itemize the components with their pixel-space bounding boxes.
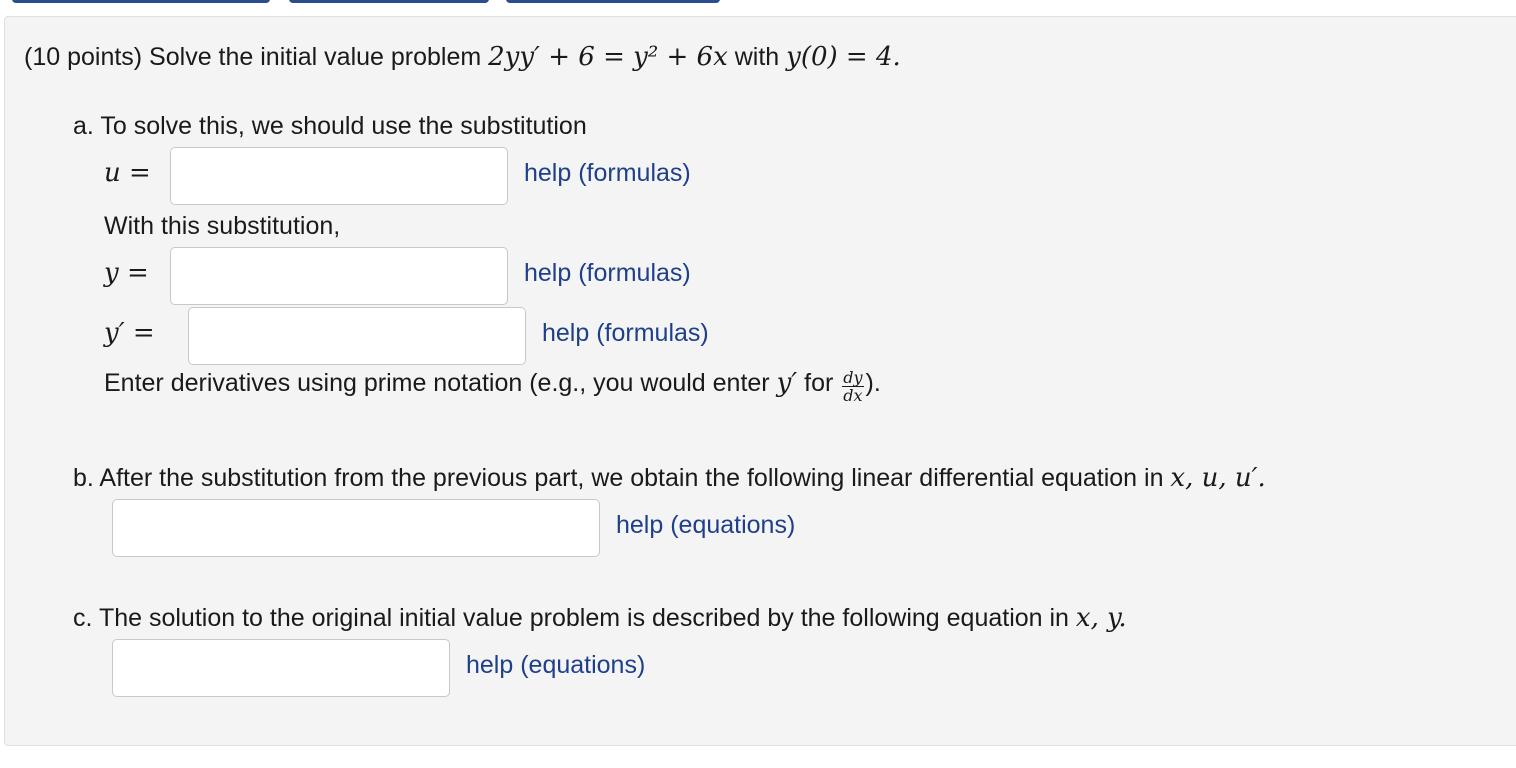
help-formulas-link-yprime[interactable]: help (formulas) xyxy=(542,319,709,348)
part-b-prompt-line: b. After the substitution from the previ… xyxy=(73,463,1266,493)
help-formulas-link-u[interactable]: help (formulas) xyxy=(524,159,691,188)
yprime-label: y′ = xyxy=(104,318,155,348)
top-tab-strip xyxy=(0,0,1516,4)
with-substitution-text: With this substitution, xyxy=(104,212,341,240)
help-equations-link-b[interactable]: help (equations) xyxy=(616,511,795,540)
problem-statement: (10 points) Solve the initial value prob… xyxy=(24,42,901,72)
solution-equation-input[interactable] xyxy=(112,639,450,697)
part-c-variables: x, y. xyxy=(1075,603,1127,633)
problem-equation: 2yy′ + 6 = y² + 6x xyxy=(488,42,728,72)
part-c-prompt-line: c. The solution to the original initial … xyxy=(73,603,1127,633)
part-c-prompt: c. The solution to the original initial … xyxy=(73,604,1076,632)
linear-de-input[interactable] xyxy=(112,499,600,557)
part-b-prompt: b. After the substitution from the previ… xyxy=(73,464,1171,492)
note-start: Enter derivatives using prime notation (… xyxy=(104,369,777,397)
yprime-expression-input[interactable] xyxy=(188,307,526,365)
y-label: y = xyxy=(104,258,149,288)
note-for: for xyxy=(797,369,841,397)
part-a-prompt: a. To solve this, we should use the subs… xyxy=(73,112,587,140)
tab-indicator-3[interactable] xyxy=(506,0,720,3)
y-expression-input[interactable] xyxy=(170,247,508,305)
problem-initial-condition: y(0) = 4. xyxy=(786,42,901,72)
tab-indicator-2[interactable] xyxy=(289,0,489,3)
note-y-prime: y′ xyxy=(776,368,798,398)
problem-intro: (10 points) Solve the initial value prob… xyxy=(24,43,489,71)
problem-with-text: with xyxy=(727,43,787,71)
u-label: u = xyxy=(104,158,151,188)
fraction-denominator: dx xyxy=(843,386,863,406)
help-equations-link-c[interactable]: help (equations) xyxy=(466,651,645,680)
part-b-variables: x, u, u′. xyxy=(1170,463,1266,493)
fraction-numerator: dy xyxy=(842,368,864,388)
dy-dx-fraction: dy dx xyxy=(842,368,864,406)
note-end: ). xyxy=(865,369,881,397)
derivative-notation-note: Enter derivatives using prime notation (… xyxy=(104,368,881,404)
tab-indicator-1[interactable] xyxy=(12,0,270,3)
help-formulas-link-y[interactable]: help (formulas) xyxy=(524,259,691,288)
u-substitution-input[interactable] xyxy=(170,147,508,205)
